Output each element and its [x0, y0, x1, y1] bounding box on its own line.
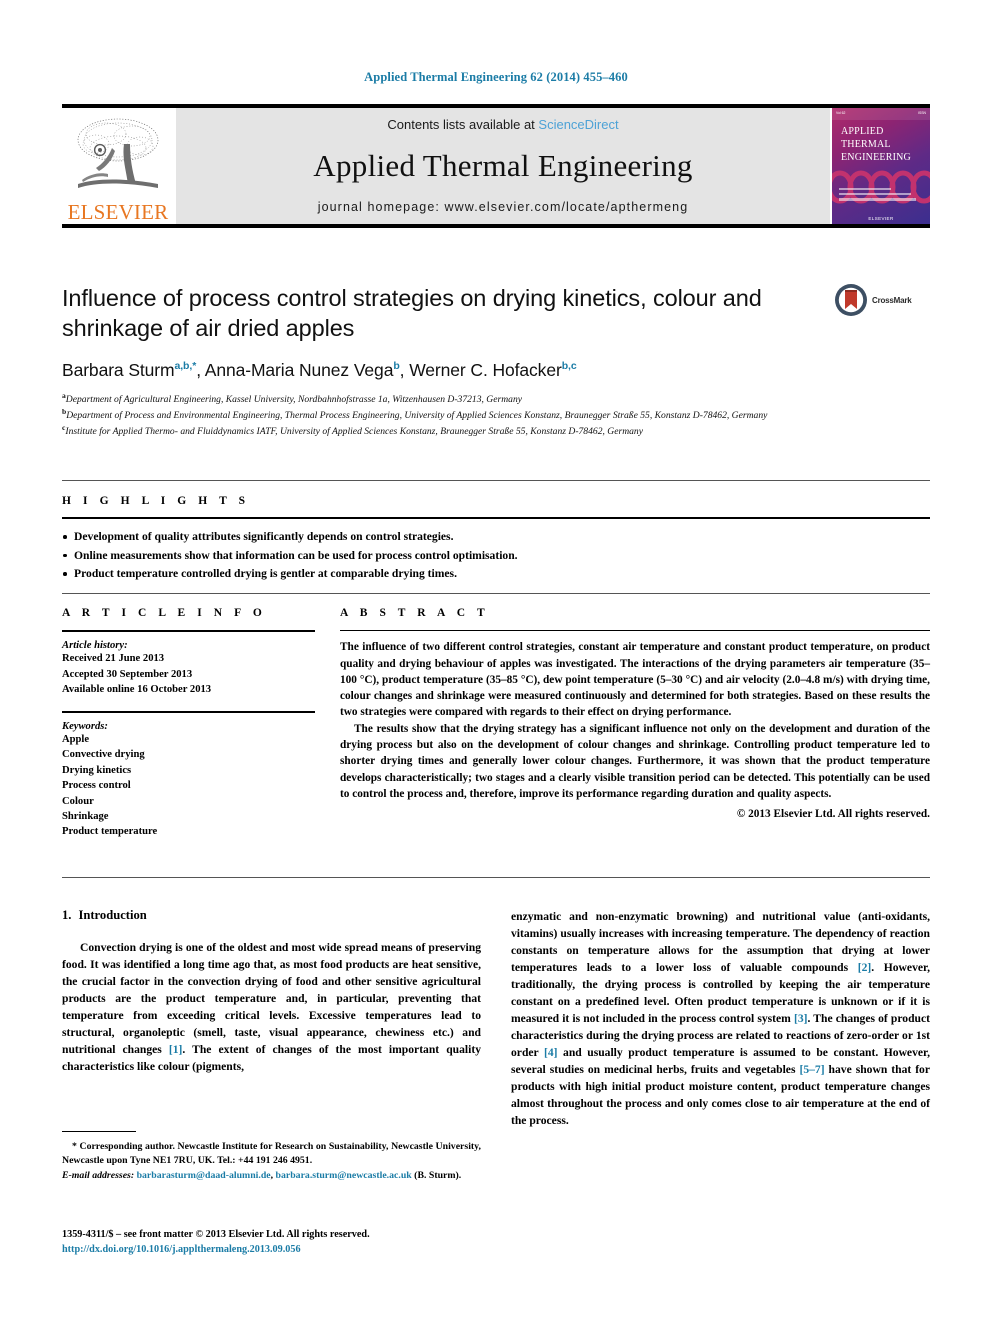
keyword-item: Shrinkage	[62, 811, 109, 822]
info-abstract-block: A R T I C L E I N F O Article history: R…	[62, 607, 930, 840]
highlight-item: Online measurements show that informatio…	[62, 547, 930, 565]
abstract-heading: A B S T R A C T	[340, 607, 490, 619]
highlight-item: Product temperature controlled drying is…	[62, 565, 930, 583]
keywords-label: Keywords:	[62, 720, 108, 732]
article-history-item: Received 21 June 2013	[62, 653, 165, 665]
cover-brand-text: ELSEVIER	[868, 216, 894, 221]
article-info-heading: A R T I C L E I N F O	[62, 607, 267, 619]
email-link-secondary[interactable]: barbara.sturm@newcastle.ac.uk	[276, 1170, 412, 1181]
body-columns: 1. Introduction Convection drying is one …	[62, 908, 930, 1129]
doi-link[interactable]: http://dx.doi.org/10.1016/j.applthermale…	[62, 1243, 562, 1258]
contents-available-line: Contents lists available at ScienceDirec…	[387, 117, 618, 132]
citation-ref[interactable]: [4]	[544, 1046, 558, 1059]
masthead-rule-bottom	[62, 224, 930, 228]
cover-header-strip: Vol 62 ISSN	[832, 108, 930, 120]
journal-masthead: ELSEVIER Contents lists available at Sci…	[62, 104, 930, 228]
cover-footer-lines	[839, 188, 923, 210]
keyword-item: Product temperature	[62, 826, 158, 838]
affiliation-list: aDepartment of Agricultural Engineering,…	[62, 391, 930, 438]
abstract-body: The influence of two different control s…	[340, 639, 930, 802]
issn-front-matter: 1359-4311/$ – see front matter © 2013 El…	[62, 1229, 370, 1240]
author-item: Anna-Maria Nunez Vegab	[204, 360, 400, 381]
abstract-column: A B S T R A C T The influence of two dif…	[340, 607, 930, 840]
citation-ref[interactable]: [1]	[169, 1043, 183, 1056]
cover-title-text: APPLIED THERMAL ENGINEERING	[841, 126, 911, 163]
email-link-primary[interactable]: barbarasturm@daad-alumni.de	[137, 1170, 271, 1181]
sciencedirect-link[interactable]: ScienceDirect	[538, 117, 618, 132]
crossmark-badge[interactable]: CrossMark	[834, 283, 930, 317]
email-addresses-label: E-mail addresses:	[62, 1169, 135, 1181]
keyword-item: Drying kinetics	[62, 764, 132, 776]
article-history-label: Article history:	[62, 640, 128, 652]
section-heading-introduction: 1. Introduction	[62, 908, 481, 923]
abstract-paragraph: The influence of two different control s…	[340, 641, 930, 719]
elsevier-wordmark: ELSEVIER	[67, 200, 169, 224]
divider-above-highlights	[62, 480, 930, 481]
crossmark-label: CrossMark	[872, 295, 912, 305]
affiliation-item: bDepartment of Process and Environmental…	[62, 406, 768, 422]
body-column-left: 1. Introduction Convection drying is one …	[62, 908, 481, 1129]
page-title: Influence of process control strategies …	[62, 285, 762, 342]
body-paragraph: enzymatic and non-enzymatic browning) an…	[511, 910, 931, 1128]
running-head: Applied Thermal Engineering 62 (2014) 45…	[364, 70, 628, 84]
footnote-rule	[62, 1131, 136, 1133]
abstract-rule	[340, 630, 930, 632]
abstract-paragraph: The results show that the drying strateg…	[340, 722, 930, 800]
article-info-column: A R T I C L E I N F O Article history: R…	[62, 607, 315, 840]
title-block: Influence of process control strategies …	[62, 283, 930, 439]
highlights-section: H I G H L I G H T S Development of quali…	[62, 495, 930, 583]
journal-homepage-link[interactable]: journal homepage: www.elsevier.com/locat…	[318, 200, 689, 214]
body-paragraph: Convection drying is one of the oldest a…	[62, 941, 481, 1074]
author-item: Barbara Sturma,b,*	[62, 360, 197, 381]
contents-prefix: Contents lists available at	[387, 117, 539, 132]
elsevier-tree-icon	[77, 118, 159, 188]
email-attribution: (B. Sturm).	[411, 1169, 462, 1181]
crossmark-icon	[835, 284, 867, 316]
keyword-item: Process control	[62, 780, 131, 792]
section-number: 1.	[62, 908, 72, 922]
corresponding-author-note: * Corresponding author. Newcastle Instit…	[62, 1141, 481, 1166]
author-item: Werner C. Hofackerb,c	[409, 360, 577, 381]
keyword-item: Convective drying	[62, 749, 145, 761]
body-column-right: enzymatic and non-enzymatic browning) an…	[511, 908, 930, 1129]
highlight-item: Development of quality attributes signif…	[62, 528, 930, 546]
keyword-item: Apple	[62, 733, 90, 745]
masthead-band: Contents lists available at ScienceDirec…	[176, 108, 830, 224]
article-page: Applied Thermal Engineering 62 (2014) 45…	[0, 0, 992, 1323]
highlights-heading: H I G H L I G H T S	[62, 495, 250, 507]
citation-ref[interactable]: [2]	[858, 961, 872, 974]
article-history-item: Available online 16 October 2013	[62, 684, 212, 696]
affiliation-item: aDepartment of Agricultural Engineering,…	[62, 391, 523, 406]
elsevier-logo: ELSEVIER	[62, 108, 174, 224]
issn-block: 1359-4311/$ – see front matter © 2013 El…	[62, 1228, 562, 1258]
article-info-rule	[62, 630, 315, 633]
keywords-rule	[62, 710, 315, 713]
keyword-item: Colour	[62, 795, 94, 807]
affiliation-item: cInstitute for Applied Thermo- and Fluid…	[62, 422, 643, 437]
divider-below-highlights	[62, 593, 930, 594]
divider-below-abstract	[62, 877, 930, 878]
footnote-block: * Corresponding author. Newcastle Instit…	[62, 1141, 481, 1181]
abstract-copyright: © 2013 Elsevier Ltd. All rights reserved…	[736, 808, 930, 821]
citation-ref[interactable]: [3]	[794, 1012, 808, 1025]
section-name: Introduction	[78, 908, 147, 922]
highlights-rule	[62, 517, 930, 520]
author-list: Barbara Sturma,b,*, Anna-Maria Nunez Veg…	[62, 360, 577, 381]
journal-cover-thumbnail[interactable]: Vol 62ISSN APPLIED THERMAL ENGINEERING	[832, 108, 930, 224]
journal-title: Applied Thermal Engineering	[313, 148, 693, 183]
citation-ref[interactable]: [5–7]	[799, 1063, 824, 1076]
article-history-item: Accepted 30 September 2013	[62, 668, 193, 680]
